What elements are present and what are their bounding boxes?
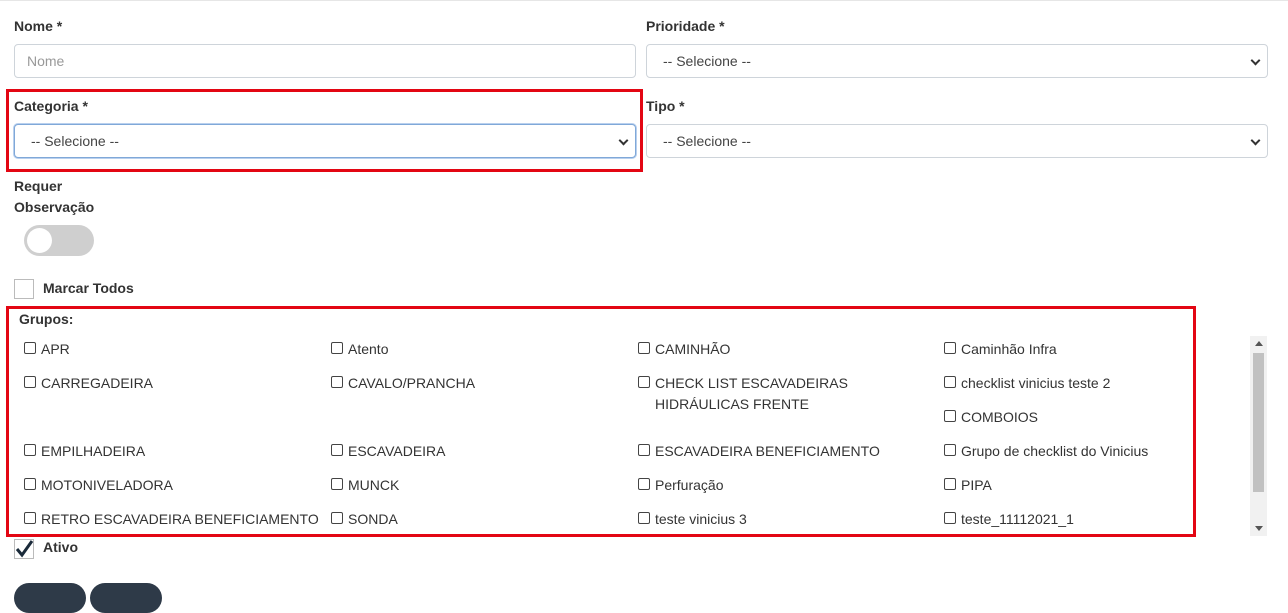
grupos-highlight-box bbox=[6, 306, 1196, 537]
requer-observacao-label: Requer Observação bbox=[14, 177, 94, 216]
prioridade-select[interactable]: -- Selecione -- bbox=[646, 44, 1268, 78]
ativo-checkbox[interactable] bbox=[14, 539, 34, 559]
marcar-todos-checkbox[interactable] bbox=[14, 279, 34, 299]
checkmark-icon bbox=[14, 539, 34, 559]
requer-observacao-toggle[interactable] bbox=[24, 225, 94, 256]
chevron-down-icon bbox=[1250, 55, 1261, 66]
nome-input[interactable] bbox=[14, 44, 636, 78]
scroll-down-arrow-icon[interactable] bbox=[1255, 526, 1263, 531]
cancel-button[interactable] bbox=[90, 583, 162, 613]
toggle-knob bbox=[27, 228, 52, 253]
groups-scrollbar[interactable] bbox=[1250, 336, 1267, 536]
tipo-selected-value: -- Selecione -- bbox=[663, 133, 751, 149]
prioridade-selected-value: -- Selecione -- bbox=[663, 53, 751, 69]
chevron-down-icon bbox=[1250, 135, 1261, 146]
scroll-up-arrow-icon[interactable] bbox=[1255, 341, 1263, 346]
scrollbar-thumb[interactable] bbox=[1253, 353, 1264, 492]
save-button[interactable] bbox=[14, 583, 86, 613]
tipo-label: Tipo * bbox=[646, 98, 685, 114]
tipo-select[interactable]: -- Selecione -- bbox=[646, 124, 1268, 158]
requer-label-line2: Observação bbox=[14, 199, 95, 215]
requer-label-line1: Requer bbox=[14, 178, 63, 194]
top-divider bbox=[0, 0, 1288, 1]
ativo-label: Ativo bbox=[43, 539, 78, 555]
marcar-todos-label: Marcar Todos bbox=[43, 280, 134, 296]
nome-label: Nome * bbox=[14, 18, 63, 34]
categoria-highlight-box bbox=[6, 89, 643, 172]
prioridade-label: Prioridade * bbox=[646, 18, 725, 34]
